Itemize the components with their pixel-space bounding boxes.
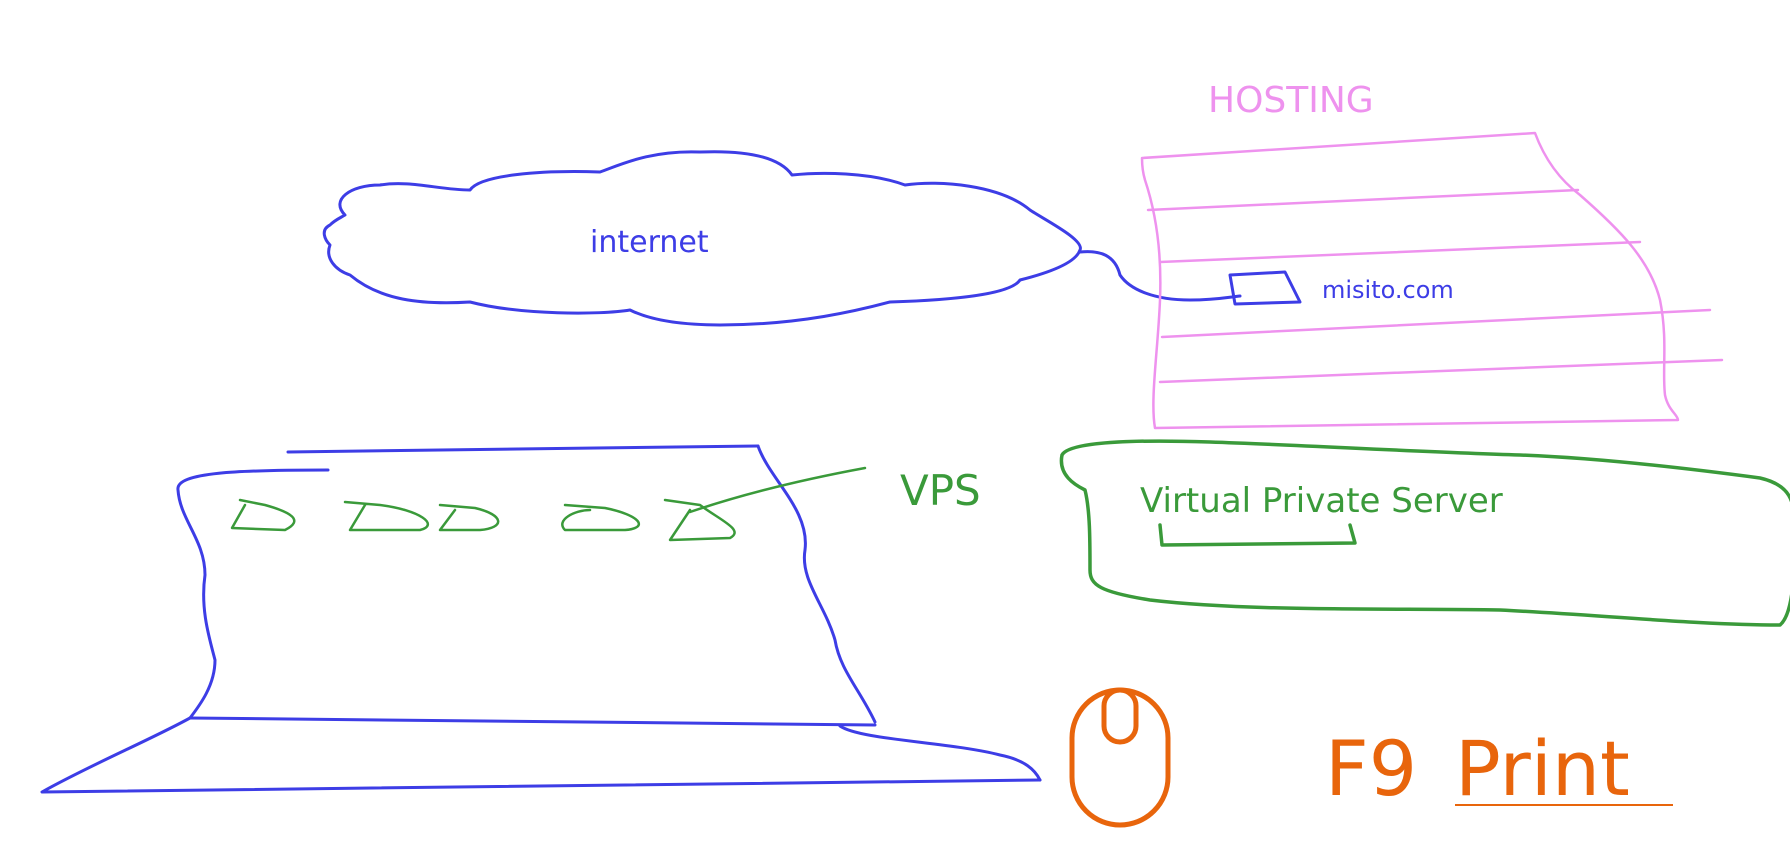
vm-instances [230, 466, 867, 542]
internet-label: internet [590, 225, 709, 260]
sketch-diagram: internet HOSTING misito.com VPS Virtual … [40, 80, 1790, 828]
folder-icon [1228, 270, 1302, 306]
internet-cloud [322, 150, 1242, 327]
vps-label: VPS [900, 466, 981, 515]
vps-bubble [1059, 439, 1790, 627]
whiteboard-canvas: internet HOSTING misito.com VPS Virtual … [0, 0, 1790, 868]
site-label: misito.com [1322, 276, 1454, 304]
hosting-label: HOSTING [1208, 80, 1374, 121]
f9-key-label: F9 [1325, 724, 1417, 813]
vps-full-label: Virtual Private Server [1140, 481, 1503, 521]
mouse-icon [1069, 687, 1171, 828]
local-machine [40, 444, 1042, 794]
print-action-label: Print [1455, 724, 1630, 813]
